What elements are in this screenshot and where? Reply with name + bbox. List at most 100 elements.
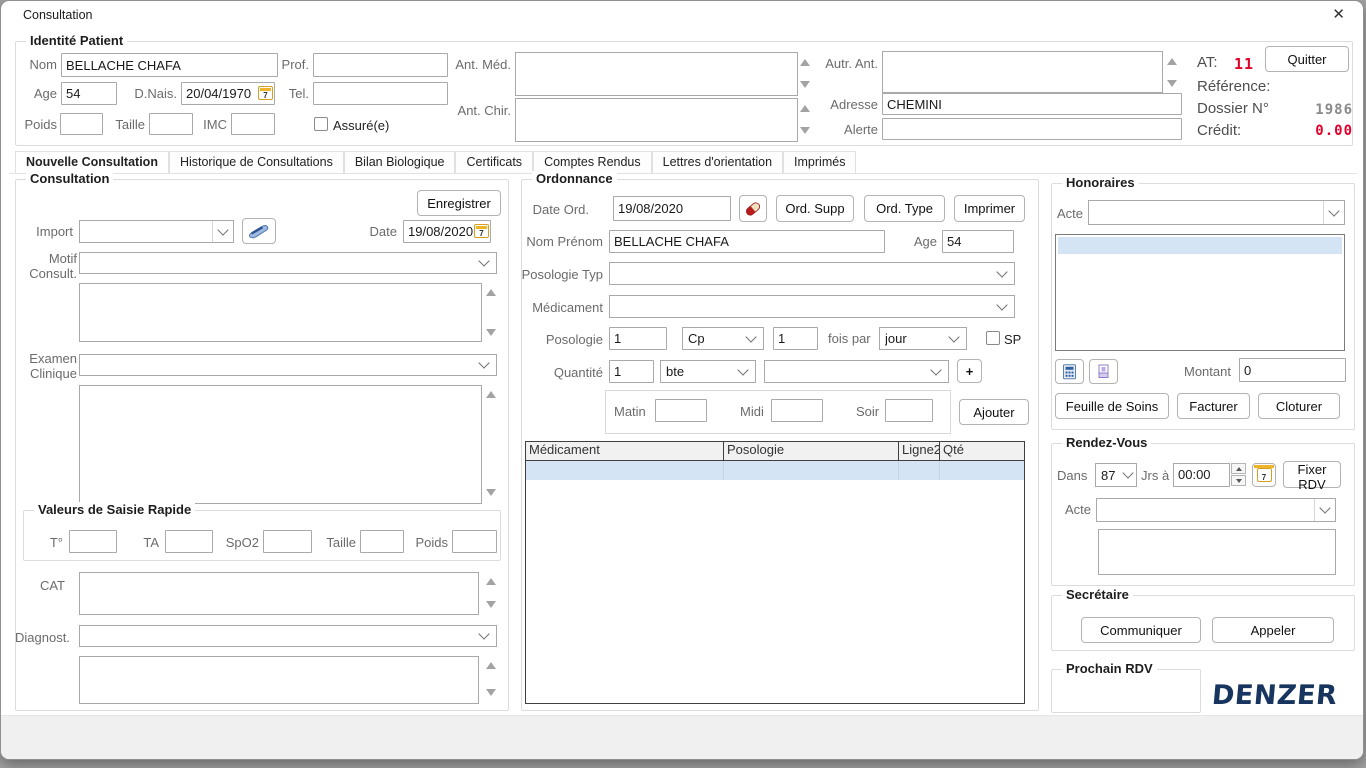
honoraires-acte-combo[interactable]	[1088, 200, 1345, 225]
examen-clinique-combo[interactable]	[79, 354, 497, 376]
vsr-ta-field[interactable]	[165, 530, 213, 553]
rdv-note-textarea[interactable]	[1098, 529, 1336, 575]
pill-button[interactable]	[739, 195, 767, 222]
motif-consult-textarea[interactable]	[79, 283, 482, 342]
tab-historique-consultations[interactable]: Historique de Consultations	[169, 151, 344, 173]
posologie-typ-combo[interactable]	[609, 262, 1015, 285]
examen-scroll-up-icon[interactable]	[486, 391, 496, 398]
ant-med-textarea[interactable]	[515, 52, 798, 96]
medicament-combo[interactable]	[609, 295, 1015, 318]
quitter-button[interactable]: Quitter	[1265, 46, 1349, 72]
ant-med-scroll-up-icon[interactable]	[800, 59, 810, 66]
communiquer-button[interactable]: Communiquer	[1081, 617, 1201, 643]
tab-nouvelle-consultation[interactable]: Nouvelle Consultation	[15, 151, 169, 173]
diagnost-combo[interactable]	[79, 625, 497, 647]
tel-field[interactable]	[313, 82, 448, 105]
motif-consult-combo[interactable]	[79, 252, 497, 274]
fois-par-combo[interactable]: jour	[879, 327, 967, 350]
midi-field[interactable]	[771, 399, 823, 422]
rdv-time-up-icon[interactable]	[1231, 463, 1246, 474]
dnais-calendar-icon[interactable]: 7	[258, 86, 273, 100]
tab-imprimes[interactable]: Imprimés	[783, 151, 856, 173]
soir-field[interactable]	[885, 399, 933, 422]
medication-table[interactable]: Médicament Posologie Ligne2 Qté	[525, 441, 1025, 704]
rdv-time-down-icon[interactable]	[1231, 475, 1246, 486]
honoraires-selected-row[interactable]	[1058, 237, 1342, 254]
posologie-unit-combo[interactable]: Cp	[682, 327, 764, 350]
taille-field[interactable]	[149, 113, 193, 135]
posologie-qty2-field[interactable]	[773, 327, 818, 350]
nom-prenom-field[interactable]	[609, 230, 885, 253]
vsr-poids-field[interactable]	[452, 530, 497, 553]
montant-field[interactable]	[1239, 358, 1346, 382]
motif-scroll-down-icon[interactable]	[486, 329, 496, 336]
motif-scroll-up-icon[interactable]	[486, 289, 496, 296]
examen-scroll-down-icon[interactable]	[486, 489, 496, 496]
ord-age-field[interactable]	[942, 230, 1014, 253]
tab-bilan-biologique[interactable]: Bilan Biologique	[344, 151, 456, 173]
cat-scroll-up-icon[interactable]	[486, 578, 496, 585]
rdv-acte-combo[interactable]	[1096, 498, 1336, 522]
appeler-button[interactable]: Appeler	[1212, 617, 1334, 643]
facturer-button[interactable]: Facturer	[1177, 393, 1250, 419]
rdv-dans-combo[interactable]: 87	[1095, 463, 1137, 487]
assure-checkbox[interactable]	[314, 117, 328, 131]
ord-supp-button[interactable]: Ord. Supp	[776, 195, 854, 222]
examen-clinique-textarea[interactable]	[79, 385, 482, 504]
diagnost-textarea[interactable]	[79, 656, 479, 704]
tab-certificats[interactable]: Certificats	[455, 151, 533, 173]
sp-checkbox[interactable]	[986, 331, 1000, 345]
ajouter-button[interactable]: Ajouter	[959, 399, 1029, 425]
scanner-button[interactable]	[242, 218, 276, 244]
rdv-dans-value: 87	[1101, 468, 1120, 483]
ant-chir-scroll-up-icon[interactable]	[800, 105, 810, 112]
close-icon[interactable]: ✕	[1332, 5, 1345, 23]
rdv-calendar-button[interactable]: 7	[1252, 463, 1276, 487]
ant-chir-textarea[interactable]	[515, 98, 798, 142]
diagnost-scroll-up-icon[interactable]	[486, 662, 496, 669]
receipt-button[interactable]	[1089, 359, 1118, 384]
adresse-field[interactable]	[882, 93, 1182, 115]
calculator-button[interactable]	[1055, 359, 1084, 384]
autr-ant-scroll-up-icon[interactable]	[1167, 58, 1177, 65]
feuille-de-soins-button[interactable]: Feuille de Soins	[1055, 393, 1169, 419]
fixer-rdv-button[interactable]: Fixer RDV	[1283, 461, 1341, 488]
quantite-field[interactable]	[609, 360, 654, 383]
plus-button[interactable]: +	[957, 359, 982, 383]
tab-comptes-rendus[interactable]: Comptes Rendus	[533, 151, 652, 173]
medication-selected-row[interactable]	[526, 461, 1024, 480]
rdv-time-spinner[interactable]	[1231, 463, 1246, 486]
cloturer-button[interactable]: Cloturer	[1258, 393, 1340, 419]
autr-ant-textarea[interactable]	[882, 51, 1163, 93]
age-field[interactable]	[61, 82, 117, 105]
cat-textarea[interactable]	[79, 572, 479, 615]
prochain-rdv-groupbox: Prochain RDV	[1051, 669, 1201, 713]
posologie-qty1-field[interactable]	[609, 327, 667, 350]
prof-field[interactable]	[313, 53, 448, 77]
cat-scroll-down-icon[interactable]	[486, 601, 496, 608]
nom-field[interactable]	[61, 53, 278, 77]
ord-type-button[interactable]: Ord. Type	[864, 195, 945, 222]
vsr-taille-field[interactable]	[360, 530, 404, 553]
vsr-spo2-field[interactable]	[263, 530, 312, 553]
quantite-extra-combo[interactable]	[764, 360, 949, 383]
date-calendar-icon[interactable]: 7	[474, 224, 489, 238]
rdv-time-field[interactable]: 00:00	[1173, 463, 1230, 487]
alerte-field[interactable]	[882, 118, 1182, 140]
imc-field[interactable]	[231, 113, 275, 135]
enregistrer-button[interactable]: Enregistrer	[417, 190, 501, 216]
diagnost-scroll-down-icon[interactable]	[486, 689, 496, 696]
honoraires-listbox[interactable]	[1055, 234, 1345, 351]
vsr-t-field[interactable]	[69, 530, 117, 553]
tab-lettres-orientation[interactable]: Lettres d'orientation	[652, 151, 783, 173]
ant-chir-scroll-down-icon[interactable]	[800, 127, 810, 134]
matin-field[interactable]	[655, 399, 707, 422]
ant-med-scroll-down-icon[interactable]	[800, 81, 810, 88]
date-ord-field[interactable]	[613, 196, 731, 221]
poids-field[interactable]	[60, 113, 103, 135]
import-combo[interactable]	[79, 220, 234, 243]
imprimer-button[interactable]: Imprimer	[954, 195, 1025, 222]
quantite-unit-combo[interactable]: bte	[660, 360, 756, 383]
col-qte: Qté	[940, 442, 1024, 460]
autr-ant-scroll-down-icon[interactable]	[1167, 80, 1177, 87]
